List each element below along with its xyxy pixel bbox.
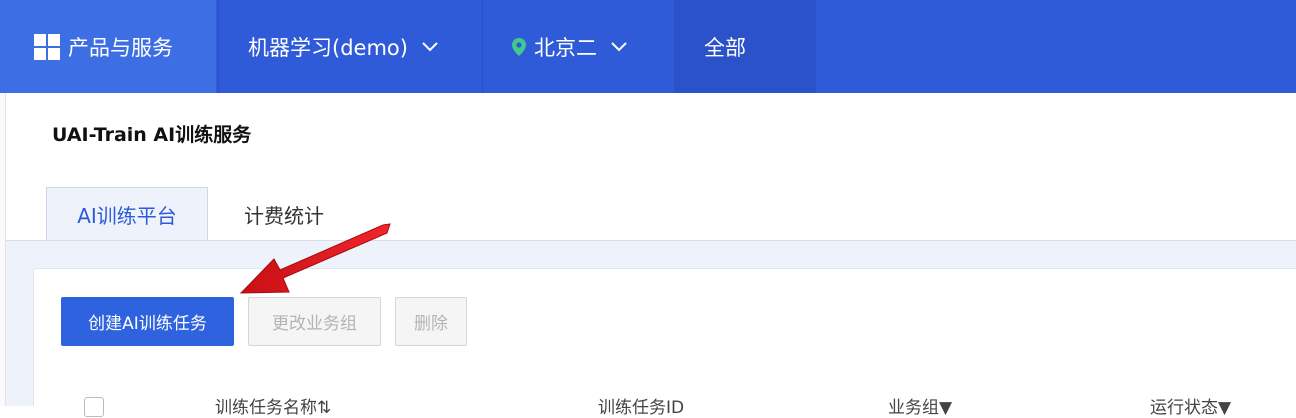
products-services-menu[interactable]: 产品与服务 [0,0,216,93]
project-label: 机器学习(demo) [248,35,408,60]
chevron-down-icon [611,41,627,52]
tabs-divider [6,240,1296,241]
products-services-label: 产品与服务 [68,35,173,60]
project-selector[interactable]: 机器学习(demo) [218,0,480,93]
tab-billing-statistics[interactable]: 计费统计 [216,187,352,241]
tab-label: AI训练平台 [77,203,177,228]
create-training-task-button[interactable]: 创建AI训练任务 [61,297,234,346]
region-label: 北京二 [534,35,597,60]
all-scope-menu[interactable]: 全部 [674,0,816,93]
chevron-down-icon [422,41,438,52]
tab-label: 计费统计 [244,203,324,228]
select-all-checkbox[interactable] [84,397,104,417]
page-title: UAI-Train AI训练服务 [52,124,252,146]
location-pin-icon [512,37,526,56]
top-navigation-bar: 产品与服务 机器学习(demo) 北京二 全部 [0,0,1296,93]
change-business-group-button[interactable]: 更改业务组 [248,297,381,346]
grid-icon [34,33,60,60]
delete-button[interactable]: 删除 [395,297,467,346]
all-scope-label: 全部 [704,35,746,60]
region-selector[interactable]: 北京二 [482,0,672,93]
tab-ai-training-platform[interactable]: AI训练平台 [46,187,208,241]
